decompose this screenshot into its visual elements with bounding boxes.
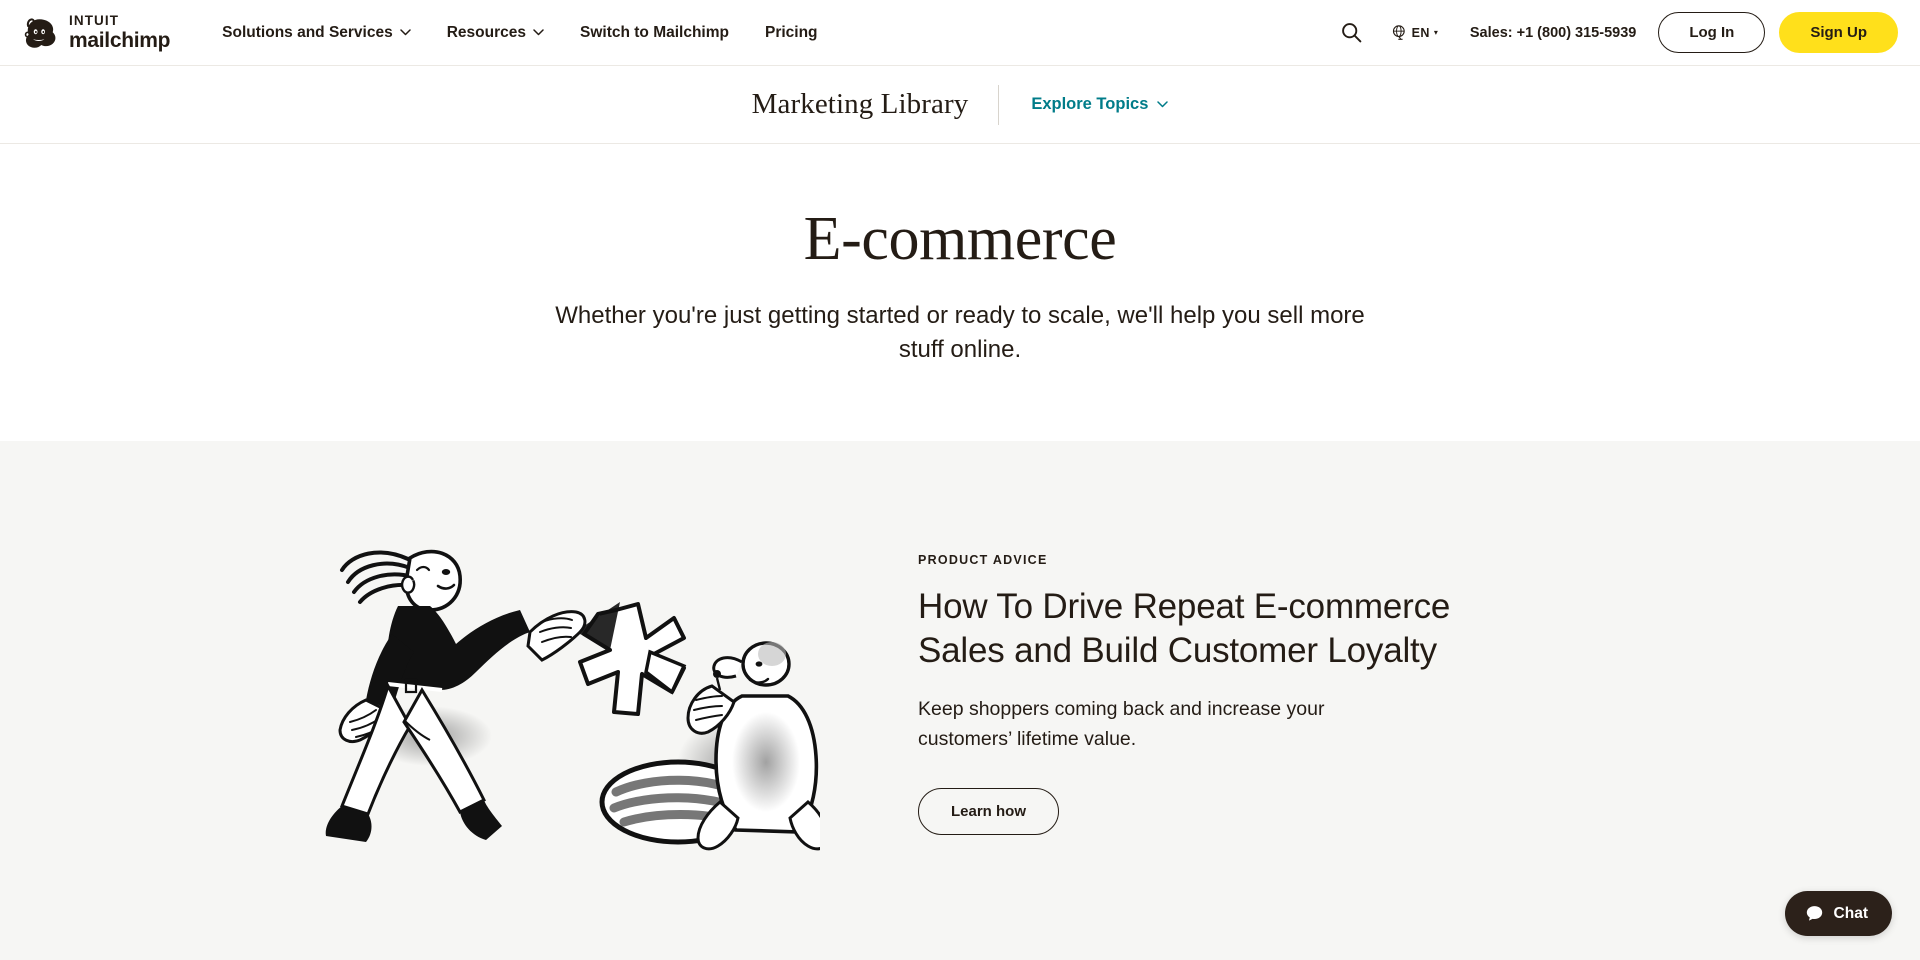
language-selector[interactable]: EN ▾ <box>1381 18 1448 47</box>
sales-phone-link[interactable]: Sales: +1 (800) 315-5939 <box>1470 25 1636 41</box>
chevron-down-icon <box>1157 101 1169 108</box>
nav-item-resources[interactable]: Resources <box>429 16 562 50</box>
logo-intuit-text: INTUIT <box>69 13 120 29</box>
logo-mailchimp-text: mailchimp <box>69 28 171 52</box>
search-icon <box>1342 23 1362 43</box>
signup-button[interactable]: Sign Up <box>1779 12 1898 53</box>
mailchimp-freddie-icon <box>24 17 56 48</box>
chat-button[interactable]: Chat <box>1784 891 1892 936</box>
header-right-cluster: EN ▾ Sales: +1 (800) 315-5939 Log In Sig… <box>1333 12 1898 53</box>
featured-illustration <box>230 514 870 902</box>
article-description: Keep shoppers coming back and increase y… <box>918 698 1325 750</box>
two-figures-asterisk-illustration <box>325 549 820 851</box>
nav-label: Solutions and Services <box>222 23 393 41</box>
page-title: Marketing Library <box>751 88 969 120</box>
page-root: INTUIT mailchimp Solutions and Services … <box>0 0 1920 960</box>
learn-how-button[interactable]: Learn how <box>918 787 1060 835</box>
logo-wordmark: INTUIT mailchimp <box>69 14 170 51</box>
nav-item-switch-to-mailchimp[interactable]: Switch to Mailchimp <box>562 16 747 50</box>
explore-topics-label: Explore Topics <box>1031 95 1149 113</box>
nav-label: Resources <box>446 23 526 41</box>
featured-inner: PRODUCT ADVICE How To Drive Repeat E-com… <box>190 441 1730 960</box>
featured-article-section: PRODUCT ADVICE How To Drive Repeat E-com… <box>0 441 1920 960</box>
search-button[interactable] <box>1333 14 1371 52</box>
globe-icon <box>1392 25 1405 40</box>
hero-subtitle: Whether you're just getting started or r… <box>555 301 1365 364</box>
nav-item-pricing[interactable]: Pricing <box>747 16 836 50</box>
main-header: INTUIT mailchimp Solutions and Services … <box>0 0 1920 66</box>
chevron-down-icon <box>399 29 411 36</box>
chat-bubble-icon <box>1806 906 1822 921</box>
explore-topics-dropdown[interactable]: Explore Topics <box>999 95 1169 114</box>
article-headline: How To Drive Repeat E-commerce Sales and… <box>918 587 1451 671</box>
chevron-down-icon <box>533 29 544 36</box>
nav-label: Switch to Mailchimp <box>580 23 729 41</box>
nav-item-solutions-and-services[interactable]: Solutions and Services <box>204 16 429 50</box>
caret-down-icon: ▾ <box>1433 28 1438 37</box>
mailchimp-logo-link[interactable]: INTUIT mailchimp <box>20 13 170 53</box>
featured-copy: PRODUCT ADVICE How To Drive Repeat E-com… <box>918 553 1458 863</box>
hero-title: E-commerce <box>803 205 1117 273</box>
nav-label: Pricing <box>764 23 818 41</box>
language-label: EN <box>1411 25 1430 40</box>
article-category-eyebrow: PRODUCT ADVICE <box>918 553 1048 568</box>
login-button[interactable]: Log In <box>1658 12 1766 53</box>
hero-section: E-commerce Whether you're just getting s… <box>0 144 1920 442</box>
marketing-library-subheader: Marketing Library Explore Topics <box>0 66 1920 144</box>
chat-label: Chat <box>1833 904 1868 922</box>
primary-nav: Solutions and Services Resources Switch … <box>204 16 835 50</box>
